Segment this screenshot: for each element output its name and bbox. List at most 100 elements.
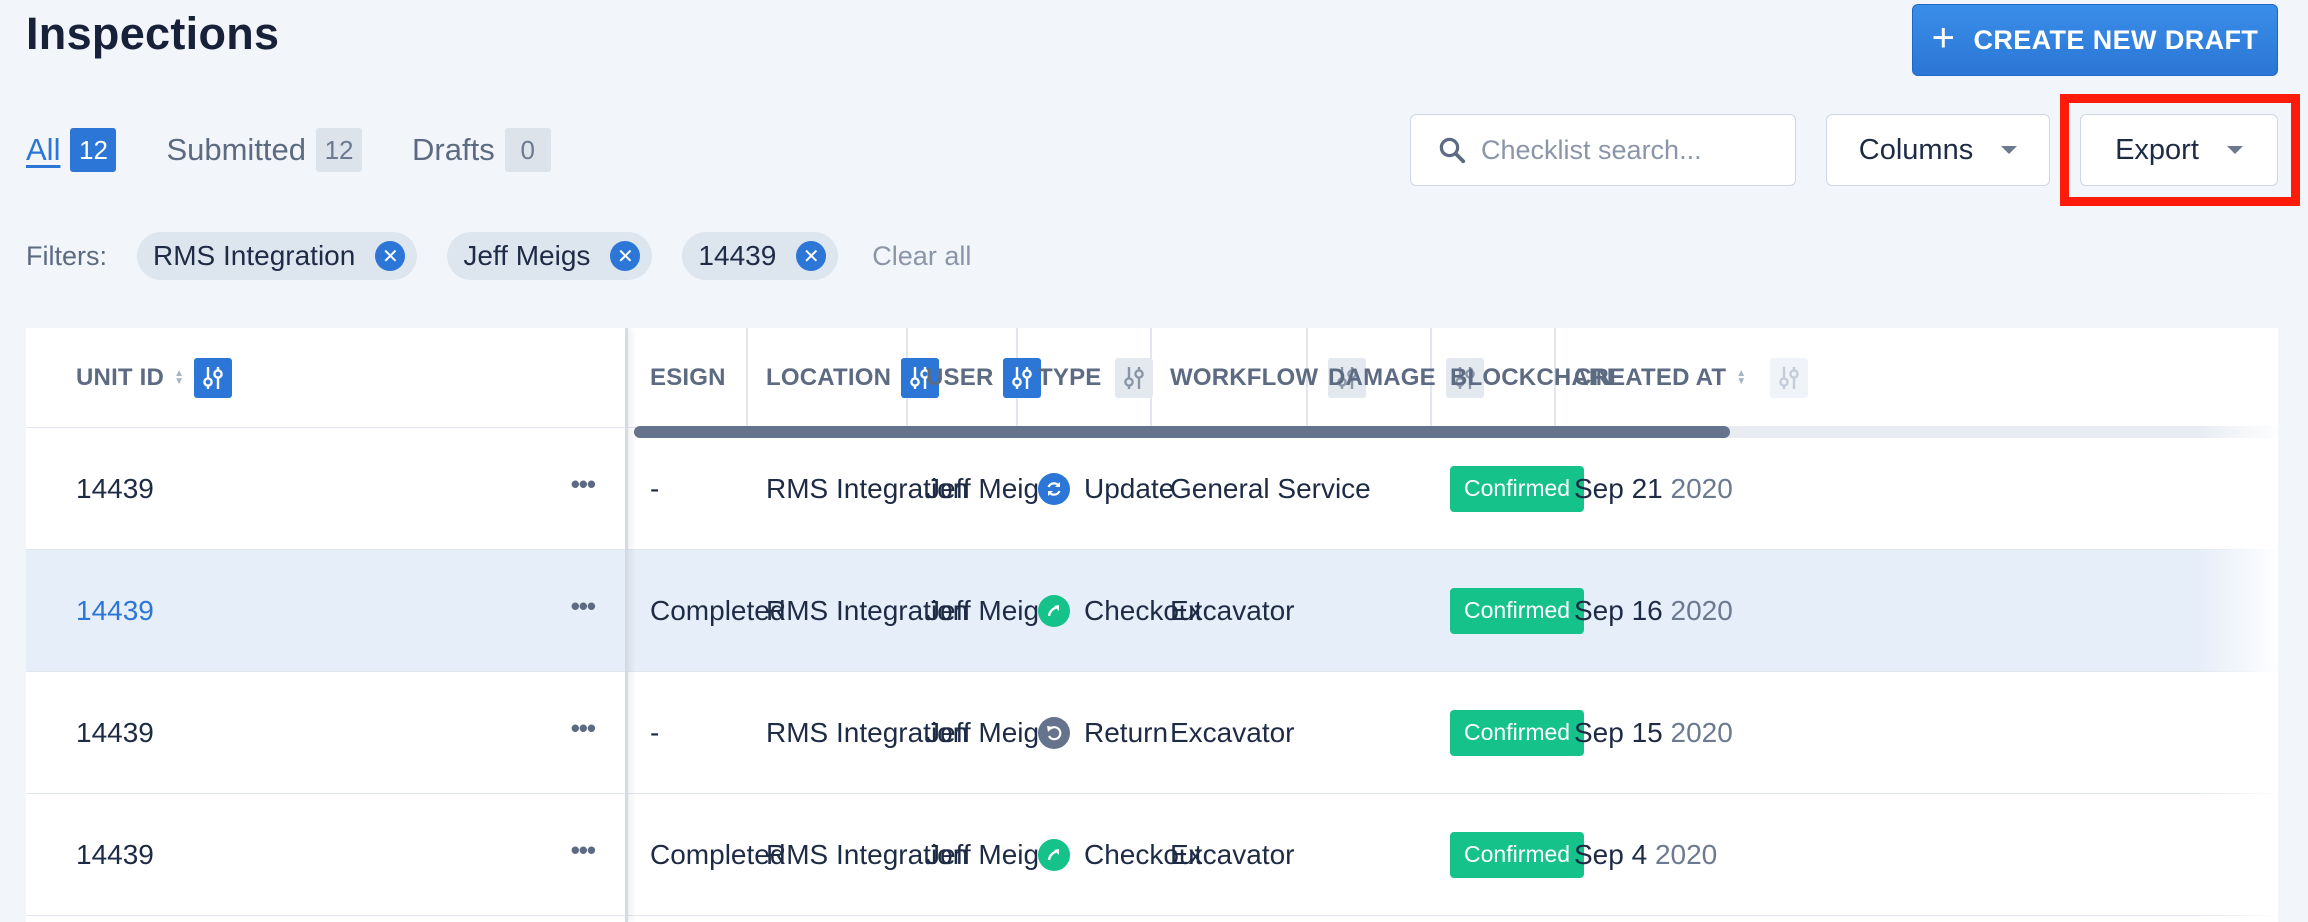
export-dropdown[interactable]: Export — [2080, 114, 2278, 186]
workflow-cell: Excavator — [1170, 838, 1295, 870]
year-text: 2020 — [1654, 838, 1718, 870]
plus-icon: + — [1931, 16, 1956, 60]
scrollable-columns: ESIGN LOCATION USER TYPE WORKFLOW DAMAGE — [628, 328, 2278, 922]
table-row[interactable]: 14439 ••• — [26, 550, 625, 672]
user-cell: Jeff Meigs — [926, 716, 1054, 748]
created-at-cell: Sep 4 2020 — [1574, 839, 1717, 871]
table-header-row: ESIGN LOCATION USER TYPE WORKFLOW DAMAGE — [628, 328, 2278, 438]
table-row[interactable]: - RMS Integration Jeff Meigs Return Exca… — [628, 672, 2278, 794]
filter-icon[interactable] — [1003, 357, 1042, 398]
tab-count-badge: 0 — [504, 128, 551, 172]
export-label: Export — [2115, 133, 2199, 166]
filters-label: Filters: — [26, 240, 107, 271]
search-icon — [1439, 137, 1466, 164]
filter-icon[interactable] — [1770, 357, 1809, 398]
close-icon[interactable]: ✕ — [610, 241, 641, 271]
tab-label: Submitted — [166, 132, 307, 167]
table-row[interactable]: 14439 ••• — [26, 428, 625, 550]
workflow-cell: General Service — [1170, 472, 1371, 504]
header-label: CREATED AT — [1574, 363, 1727, 391]
status-badge: Confirmed — [1450, 465, 1585, 512]
filters-bar: Filters: RMS Integration ✕ Jeff Meigs ✕ … — [26, 232, 971, 280]
table-row[interactable]: 14439 ••• — [26, 672, 625, 794]
filter-chip: Jeff Meigs ✕ — [447, 232, 653, 280]
create-new-draft-button[interactable]: + CREATE NEW DRAFT — [1912, 4, 2278, 76]
type-cell: Update — [1038, 472, 1174, 505]
workflow-cell: Excavator — [1170, 594, 1295, 626]
header-label: UNIT ID — [76, 363, 165, 391]
date-text: Sep 15 — [1574, 716, 1663, 748]
more-icon[interactable]: ••• — [571, 834, 596, 865]
filter-chip: RMS Integration ✕ — [137, 232, 418, 280]
status-badge: Confirmed — [1450, 587, 1585, 634]
status-badge: Confirmed — [1450, 831, 1585, 878]
user-cell: Jeff Meigs — [926, 594, 1054, 626]
header-label: LOCATION — [766, 363, 892, 391]
blockchain-cell: Confirmed — [1450, 465, 1585, 512]
location-header[interactable]: LOCATION — [766, 357, 940, 398]
clear-all-link[interactable]: Clear all — [872, 241, 971, 272]
status-badge: Confirmed — [1450, 709, 1585, 756]
date-text: Sep 21 — [1574, 472, 1663, 504]
columns-dropdown[interactable]: Columns — [1826, 114, 2050, 186]
close-icon[interactable]: ✕ — [796, 241, 827, 271]
esign-cell: - — [650, 716, 660, 748]
filter-chip-label: RMS Integration — [153, 240, 356, 271]
refresh-icon — [1038, 472, 1070, 505]
header-label: USER — [926, 363, 994, 391]
date-text: Sep 16 — [1574, 594, 1663, 626]
created-at-cell: Sep 21 2020 — [1574, 473, 1733, 505]
workflow-cell: Excavator — [1170, 716, 1295, 748]
create-new-draft-label: CREATE NEW DRAFT — [1973, 24, 2259, 55]
search-input[interactable] — [1481, 134, 1771, 166]
year-text: 2020 — [1670, 472, 1733, 504]
more-icon[interactable]: ••• — [571, 590, 596, 621]
fixed-unit-column: UNIT ID ▲ ▼ 14439 ••• 14439 ••• 14439 •••… — [26, 328, 628, 922]
close-icon[interactable]: ✕ — [375, 241, 406, 271]
tab-count-badge: 12 — [70, 128, 117, 172]
type-label: Return — [1084, 716, 1169, 748]
filter-chip: 14439 ✕ — [682, 232, 839, 280]
unit-id-link[interactable]: 14439 — [76, 595, 154, 627]
unit-id-cell: 14439 — [76, 838, 154, 870]
chevron-down-icon — [2001, 146, 2018, 154]
created-at-cell: Sep 15 2020 — [1574, 717, 1733, 749]
tab-drafts[interactable]: Drafts 0 — [412, 128, 551, 172]
filter-icon[interactable] — [1115, 357, 1154, 398]
checklist-search[interactable] — [1410, 114, 1796, 186]
filter-icon[interactable] — [194, 357, 233, 398]
table-row[interactable]: - RMS Integration Jeff Meigs Update Gene… — [628, 428, 2278, 550]
tab-label: All — [26, 132, 61, 167]
table-row[interactable]: 14439 ••• — [26, 794, 625, 916]
blockchain-cell: Confirmed — [1450, 831, 1585, 878]
column-divider — [746, 328, 748, 428]
unit-id-header[interactable]: UNIT ID ▲ ▼ — [76, 357, 233, 398]
header-label: ESIGN — [650, 363, 726, 391]
sort-icon[interactable]: ▲ ▼ — [1736, 368, 1746, 386]
more-icon[interactable]: ••• — [571, 468, 596, 499]
year-text: 2020 — [1670, 594, 1733, 626]
user-header[interactable]: USER — [926, 357, 1042, 398]
tab-all[interactable]: All 12 — [26, 128, 117, 172]
tab-submitted[interactable]: Submitted 12 — [166, 128, 363, 172]
sort-icon[interactable]: ▲ ▼ — [174, 368, 184, 386]
date-text: Sep 4 — [1574, 838, 1648, 870]
user-cell: Jeff Meigs — [926, 472, 1054, 504]
more-icon[interactable]: ••• — [571, 712, 596, 743]
table-row[interactable]: Completed RMS Integration Jeff Meigs Che… — [628, 550, 2278, 672]
filter-chip-label: Jeff Meigs — [463, 240, 591, 271]
esign-header[interactable]: ESIGN — [650, 364, 726, 392]
columns-label: Columns — [1858, 133, 1974, 166]
type-cell: Return — [1038, 716, 1169, 749]
arrow-up-right-icon — [1038, 594, 1070, 627]
filter-chip-label: 14439 — [698, 240, 777, 271]
tab-count-badge: 12 — [316, 128, 363, 172]
table-row[interactable]: Completed RMS Integration Jeff Meigs Che… — [628, 794, 2278, 916]
tab-label: Drafts — [412, 132, 495, 167]
inspections-table: UNIT ID ▲ ▼ 14439 ••• 14439 ••• 14439 •••… — [26, 328, 2278, 922]
unit-id-cell: 14439 — [76, 716, 154, 748]
type-header[interactable]: TYPE — [1038, 357, 1154, 398]
return-icon — [1038, 716, 1070, 749]
created-at-header[interactable]: CREATED AT ▲ ▼ — [1574, 357, 1809, 398]
arrow-up-right-icon — [1038, 838, 1070, 871]
